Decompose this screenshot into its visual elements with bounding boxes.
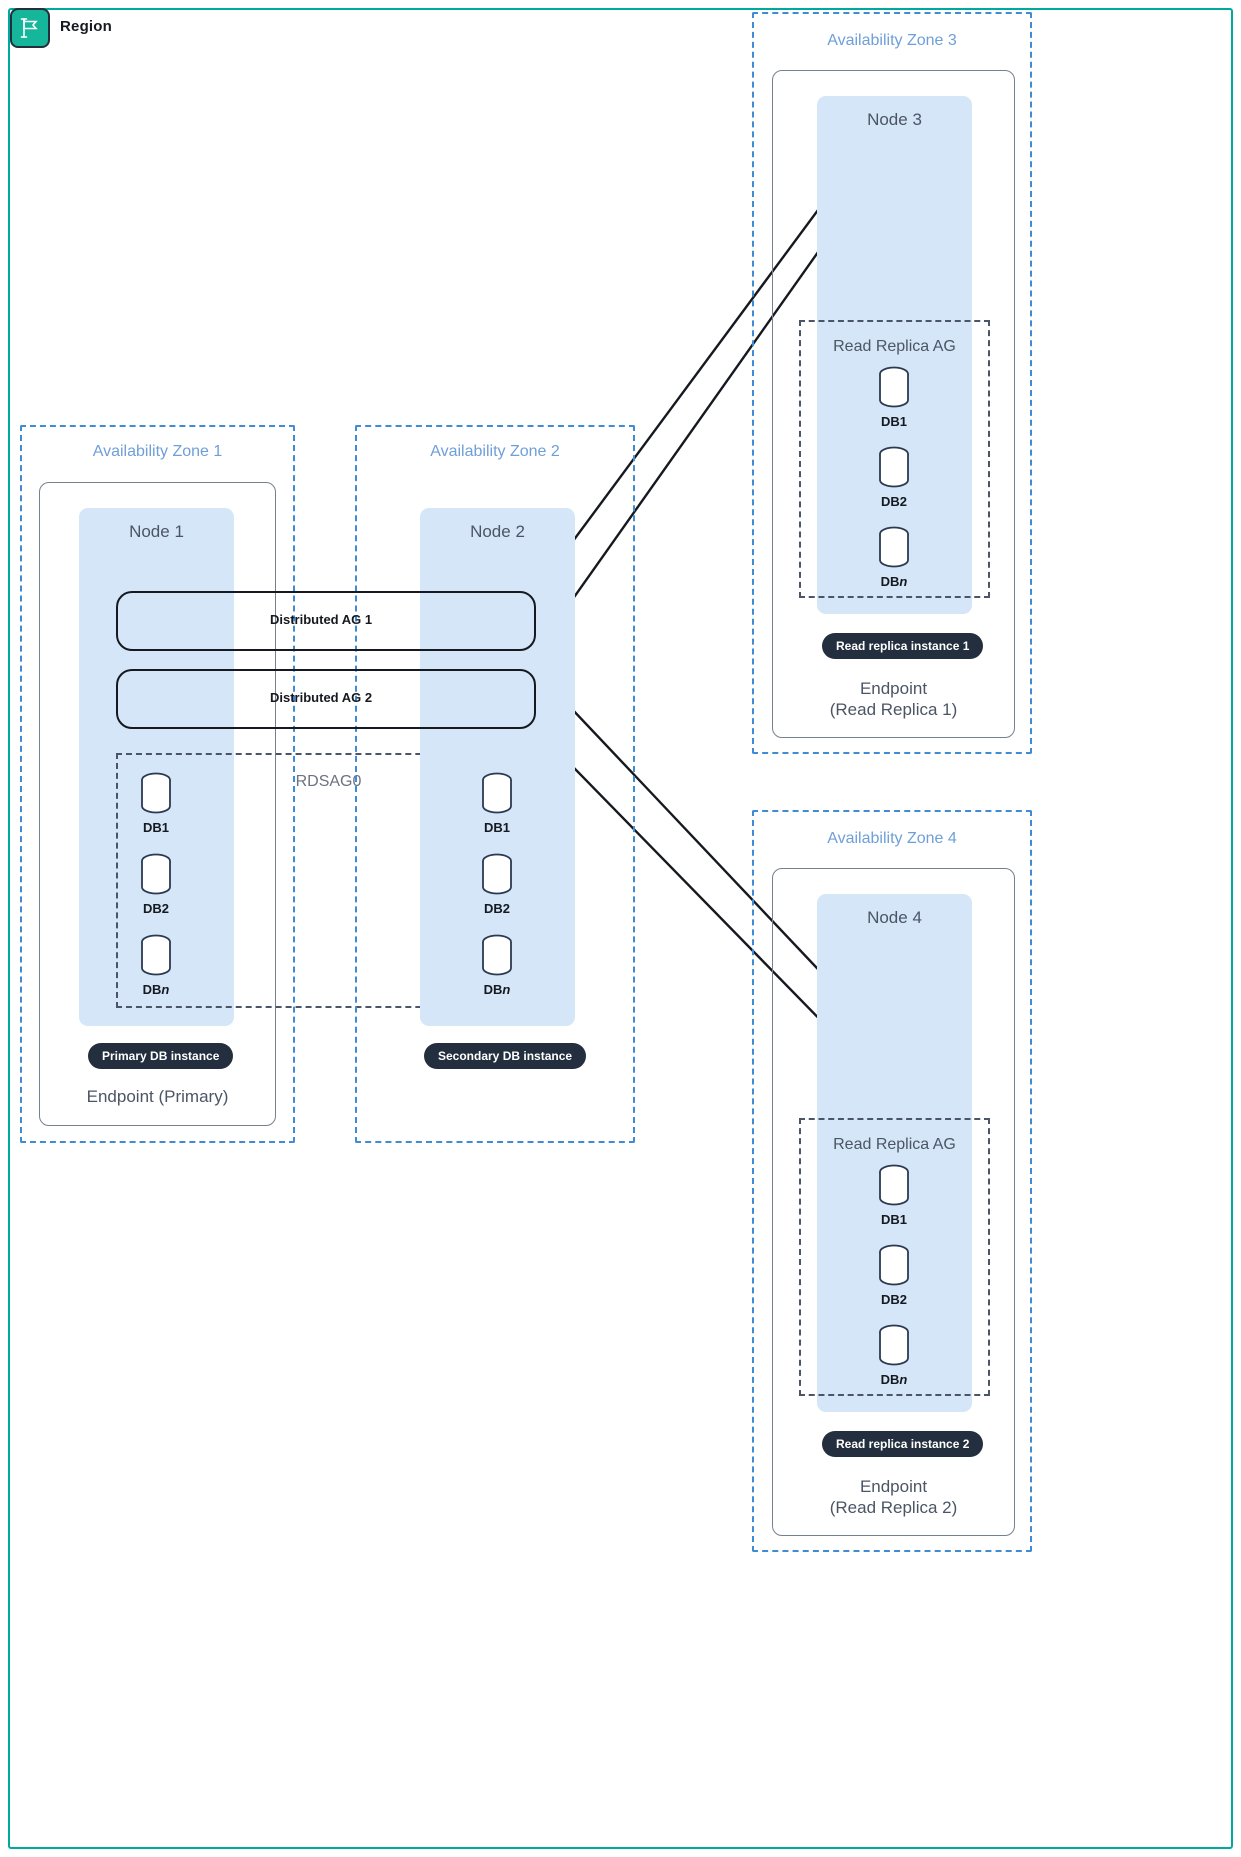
az1-db-n: DBn — [121, 932, 191, 997]
az3-endpoint-line-2: (Read Replica 1) — [829, 700, 958, 720]
node-2-title: Node 2 — [470, 522, 525, 541]
az2-db-1-label: DB1 — [483, 820, 510, 835]
az4-db-1-label: DB1 — [880, 1212, 907, 1227]
az3-db-2-label: DB2 — [880, 494, 907, 509]
az1-title: Availability Zone 1 — [92, 443, 223, 460]
diagram-canvas: Region Availability Zone 1 Node 1 RDSAG0… — [0, 0, 1241, 1857]
az1-db-1-label: DB1 — [142, 820, 169, 835]
az3-db-n-label: DBn — [880, 574, 908, 589]
database-icon — [482, 853, 512, 895]
az2-db-n-label: DBn — [483, 982, 511, 997]
database-icon — [879, 366, 909, 408]
az3-endpoint: Endpoint (Read Replica 1) — [772, 678, 1015, 721]
az4-instance-badge: Read replica instance 2 — [822, 1431, 984, 1457]
node-1-title: Node 1 — [129, 522, 184, 541]
node-4-title: Node 4 — [867, 908, 922, 927]
node-3-title: Node 3 — [867, 110, 922, 129]
az4-ag-title: Read Replica AG — [833, 1136, 956, 1153]
az3-db-2: DB2 — [859, 444, 929, 509]
az3-title: Availability Zone 3 — [827, 32, 957, 49]
database-icon — [141, 772, 171, 814]
database-icon — [879, 1324, 909, 1366]
az2-db-n: DBn — [462, 932, 532, 997]
distributed-ag-1-label: Distributed AG 1 — [270, 612, 373, 627]
az3-db-1: DB1 — [859, 364, 929, 429]
az3-db-1-label: DB1 — [880, 414, 907, 429]
az3-ag-title: Read Replica AG — [833, 338, 956, 355]
database-icon — [879, 1164, 909, 1206]
az4-endpoint-line-2: (Read Replica 2) — [829, 1498, 958, 1518]
az4-db-1: DB1 — [859, 1162, 929, 1227]
az4-endpoint: Endpoint (Read Replica 2) — [772, 1476, 1015, 1519]
az2-instance-badge: Secondary DB instance — [424, 1043, 587, 1069]
database-icon — [141, 934, 171, 976]
database-icon — [141, 853, 171, 895]
az1-db-n-label: DBn — [142, 982, 170, 997]
database-icon — [482, 772, 512, 814]
az3-db-n: DBn — [859, 524, 929, 589]
az4-endpoint-line-1: Endpoint — [859, 1477, 928, 1496]
az2-db-2-label: DB2 — [483, 901, 510, 916]
az4-db-n-label: DBn — [880, 1372, 908, 1387]
database-icon — [879, 526, 909, 568]
az1-instance-badge: Primary DB instance — [88, 1043, 234, 1069]
az1-db-2-label: DB2 — [142, 901, 169, 916]
az1-endpoint-label: Endpoint (Primary) — [86, 1087, 229, 1106]
region-flag-icon — [10, 8, 50, 48]
az3-endpoint-line-1: Endpoint — [859, 679, 928, 698]
az3-instance-badge: Read replica instance 1 — [822, 633, 984, 659]
az2-title: Availability Zone 2 — [430, 443, 560, 460]
database-icon — [879, 1244, 909, 1286]
database-icon — [879, 446, 909, 488]
az4-db-2: DB2 — [859, 1242, 929, 1307]
distributed-ag-2-label: Distributed AG 2 — [270, 690, 373, 705]
az4-db-n: DBn — [859, 1322, 929, 1387]
database-icon — [482, 934, 512, 976]
region-label: Region — [60, 18, 113, 35]
az4-db-2-label: DB2 — [880, 1292, 907, 1307]
az2-db-2: DB2 — [462, 851, 532, 916]
az4-title: Availability Zone 4 — [827, 830, 957, 847]
az1-db-1: DB1 — [121, 770, 191, 835]
az1-db-2: DB2 — [121, 851, 191, 916]
az2-db-1: DB1 — [462, 770, 532, 835]
